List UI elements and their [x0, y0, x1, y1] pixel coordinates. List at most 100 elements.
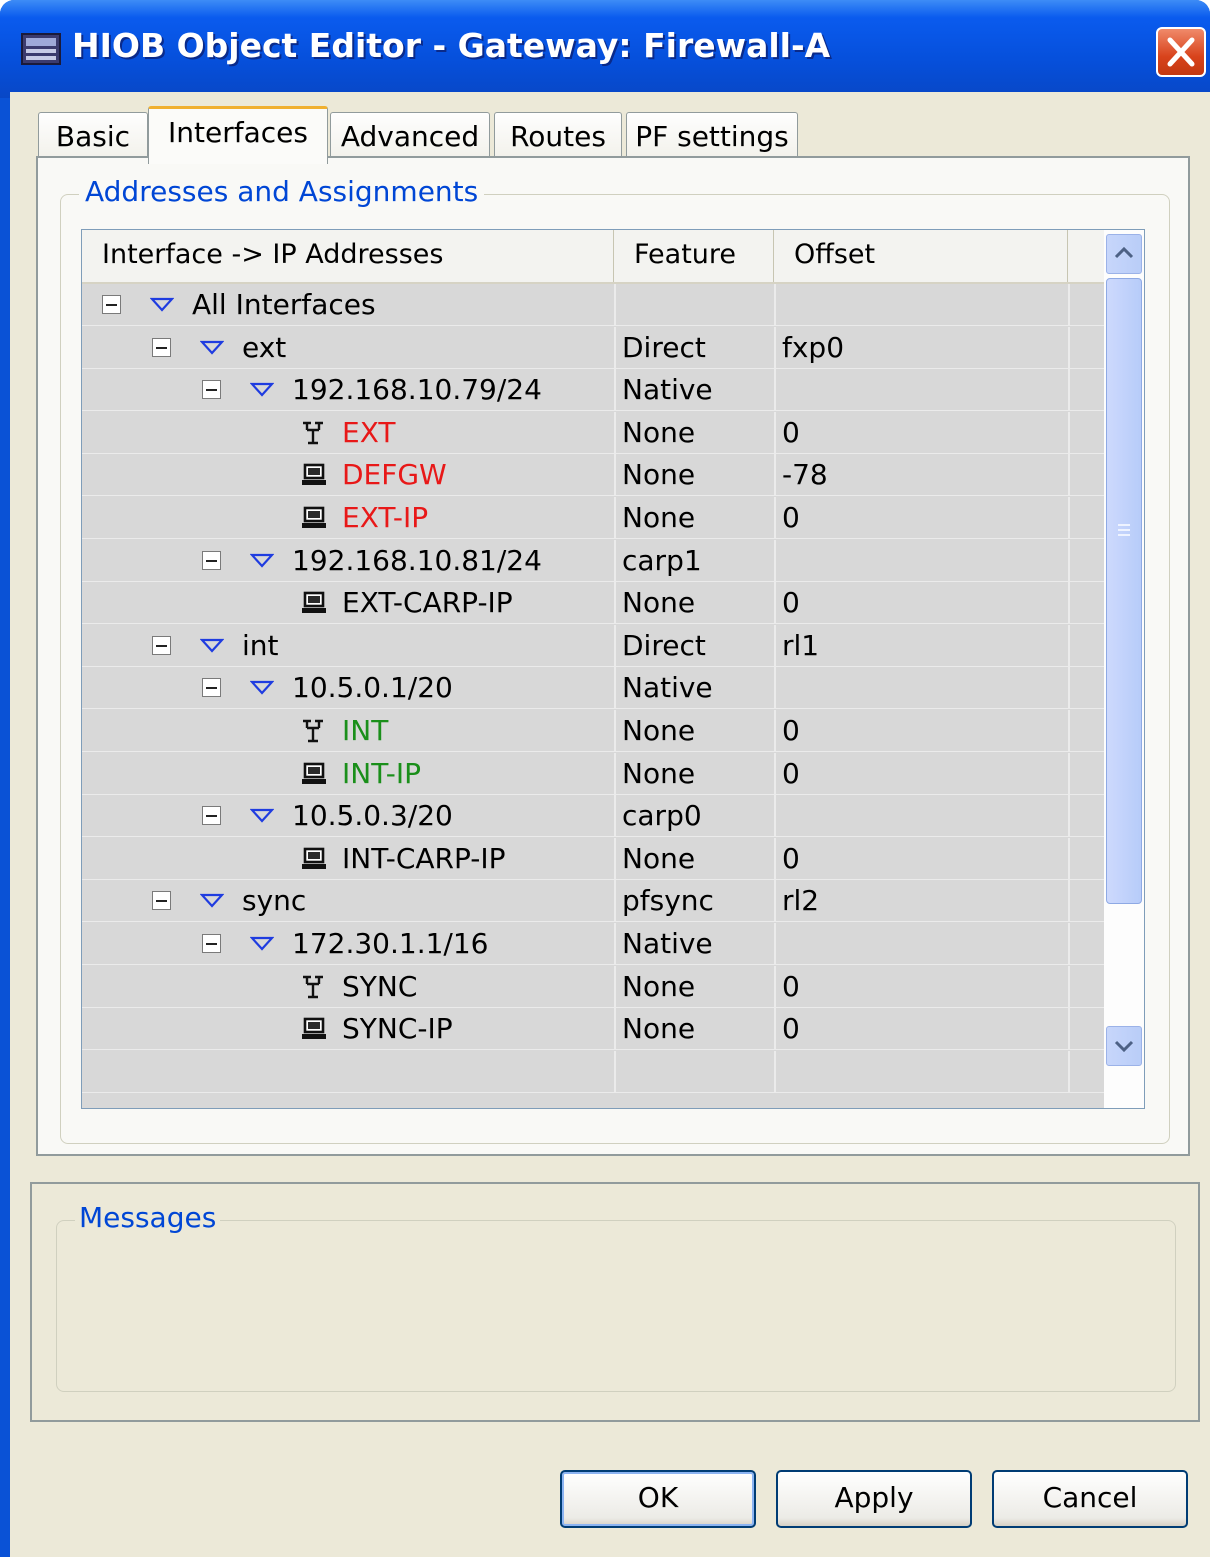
feature-cell: Native — [622, 671, 713, 704]
collapse-toggle-icon[interactable] — [202, 806, 221, 825]
column-header-offset[interactable]: Offset — [774, 230, 1068, 282]
messages-group: Messages — [56, 1201, 1176, 1392]
feature-cell: carp1 — [622, 544, 702, 577]
tree-node-label: 172.30.1.1/16 — [292, 927, 489, 960]
tree-row-empty — [82, 1051, 1104, 1093]
tree-row[interactable]: DEFGW None -78 — [82, 454, 1104, 496]
column-divider — [614, 1051, 616, 1093]
tree-row[interactable]: All Interfaces — [82, 284, 1104, 326]
collapse-toggle-icon[interactable] — [102, 295, 121, 314]
collapse-toggle-icon[interactable] — [202, 934, 221, 953]
column-divider — [1068, 327, 1070, 369]
tree-row[interactable]: EXT None 0 — [82, 412, 1104, 454]
offset-cell: rl2 — [782, 884, 820, 917]
tree-row[interactable]: SYNC-IP None 0 — [82, 1008, 1104, 1050]
host-icon — [302, 762, 326, 784]
collapse-toggle-icon[interactable] — [202, 678, 221, 697]
tab-advanced[interactable]: Advanced — [330, 112, 490, 160]
expanded-triangle-icon — [250, 680, 274, 695]
column-divider — [614, 625, 616, 667]
column-divider — [774, 625, 776, 667]
feature-cell: Native — [622, 373, 713, 406]
feature-cell: None — [622, 714, 696, 747]
column-divider — [1068, 284, 1070, 326]
close-button[interactable] — [1156, 27, 1206, 77]
column-divider — [1068, 625, 1070, 667]
offset-cell: fxp0 — [782, 331, 845, 364]
expanded-triangle-icon — [250, 382, 274, 397]
column-divider — [774, 966, 776, 1008]
tree-row[interactable]: SYNC None 0 — [82, 966, 1104, 1008]
tab-interfaces[interactable]: Interfaces — [148, 106, 328, 164]
tree-row[interactable]: INT-IP None 0 — [82, 753, 1104, 795]
close-icon — [1167, 37, 1195, 67]
apply-button[interactable]: Apply — [776, 1470, 972, 1528]
cancel-button[interactable]: Cancel — [992, 1470, 1188, 1528]
tab-basic[interactable]: Basic — [38, 112, 148, 160]
expanded-triangle-icon — [250, 936, 274, 951]
chevron-up-icon — [1114, 246, 1134, 259]
tab-pf-settings[interactable]: PF settings — [626, 112, 798, 160]
column-divider — [774, 540, 776, 582]
column-divider — [614, 582, 616, 624]
column-divider — [614, 923, 616, 965]
column-divider — [1068, 966, 1070, 1008]
tree-row[interactable]: INT-CARP-IP None 0 — [82, 838, 1104, 880]
offset-cell: 0 — [782, 714, 800, 747]
tree-node-label: EXT-IP — [342, 501, 429, 534]
tree-row[interactable]: ext Direct fxp0 — [82, 327, 1104, 369]
tree-row[interactable]: sync pfsync rl2 — [82, 880, 1104, 922]
collapse-toggle-icon[interactable] — [152, 891, 171, 910]
host-icon — [302, 591, 326, 613]
feature-cell: None — [622, 842, 696, 875]
tree-row[interactable]: INT None 0 — [82, 710, 1104, 752]
tree-row[interactable]: 10.5.0.1/20 Native — [82, 667, 1104, 709]
scroll-down-button[interactable] — [1106, 1026, 1142, 1066]
tree-node-label: INT-CARP-IP — [342, 842, 506, 875]
column-divider — [1068, 497, 1070, 539]
collapse-toggle-icon[interactable] — [152, 338, 171, 357]
tree-row[interactable]: 192.168.10.81/24 carp1 — [82, 540, 1104, 582]
tab-routes[interactable]: Routes — [494, 112, 622, 160]
column-divider — [614, 1008, 616, 1050]
vertical-scrollbar[interactable] — [1104, 230, 1144, 1108]
tree-row[interactable]: EXT-IP None 0 — [82, 497, 1104, 539]
feature-cell: None — [622, 970, 696, 1003]
column-divider — [774, 710, 776, 752]
tree-node-label: SYNC — [342, 970, 418, 1003]
column-divider — [774, 369, 776, 411]
offset-cell: 0 — [782, 757, 800, 790]
collapse-toggle-icon[interactable] — [202, 551, 221, 570]
column-divider — [774, 880, 776, 922]
column-header-interface[interactable]: Interface -> IP Addresses — [82, 230, 614, 282]
tree-row[interactable]: 192.168.10.79/24 Native — [82, 369, 1104, 411]
title-bar[interactable]: HIOB Object Editor - Gateway: Firewall-A — [0, 0, 1210, 98]
tree-row[interactable]: int Direct rl1 — [82, 625, 1104, 667]
expanded-triangle-icon — [250, 553, 274, 568]
interfaces-panel: Addresses and Assignments Interface -> I… — [36, 156, 1190, 1156]
column-divider — [774, 838, 776, 880]
column-divider — [774, 327, 776, 369]
column-divider — [1068, 795, 1070, 837]
network-icon — [303, 719, 323, 743]
offset-cell: rl1 — [782, 629, 820, 662]
column-divider — [1068, 540, 1070, 582]
collapse-toggle-icon[interactable] — [202, 380, 221, 399]
host-icon — [302, 506, 326, 528]
column-divider — [774, 284, 776, 326]
tree-row[interactable]: EXT-CARP-IP None 0 — [82, 582, 1104, 624]
chevron-down-icon — [1114, 1040, 1134, 1053]
scroll-up-button[interactable] — [1106, 234, 1142, 274]
tree-row[interactable]: 172.30.1.1/16 Native — [82, 923, 1104, 965]
ok-button[interactable]: OK — [560, 1470, 756, 1528]
scroll-thumb[interactable] — [1106, 278, 1142, 904]
interface-tree[interactable]: Interface -> IP Addresses Feature Offset… — [81, 229, 1145, 1109]
dialog-body: Basic Interfaces Advanced Routes PF sett… — [10, 92, 1210, 1557]
column-divider — [614, 966, 616, 1008]
collapse-toggle-icon[interactable] — [152, 636, 171, 655]
tree-header: Interface -> IP Addresses Feature Offset — [82, 230, 1104, 284]
offset-cell: 0 — [782, 586, 800, 619]
tree-row[interactable]: 10.5.0.3/20 carp0 — [82, 795, 1104, 837]
column-divider — [614, 497, 616, 539]
column-header-feature[interactable]: Feature — [614, 230, 774, 282]
